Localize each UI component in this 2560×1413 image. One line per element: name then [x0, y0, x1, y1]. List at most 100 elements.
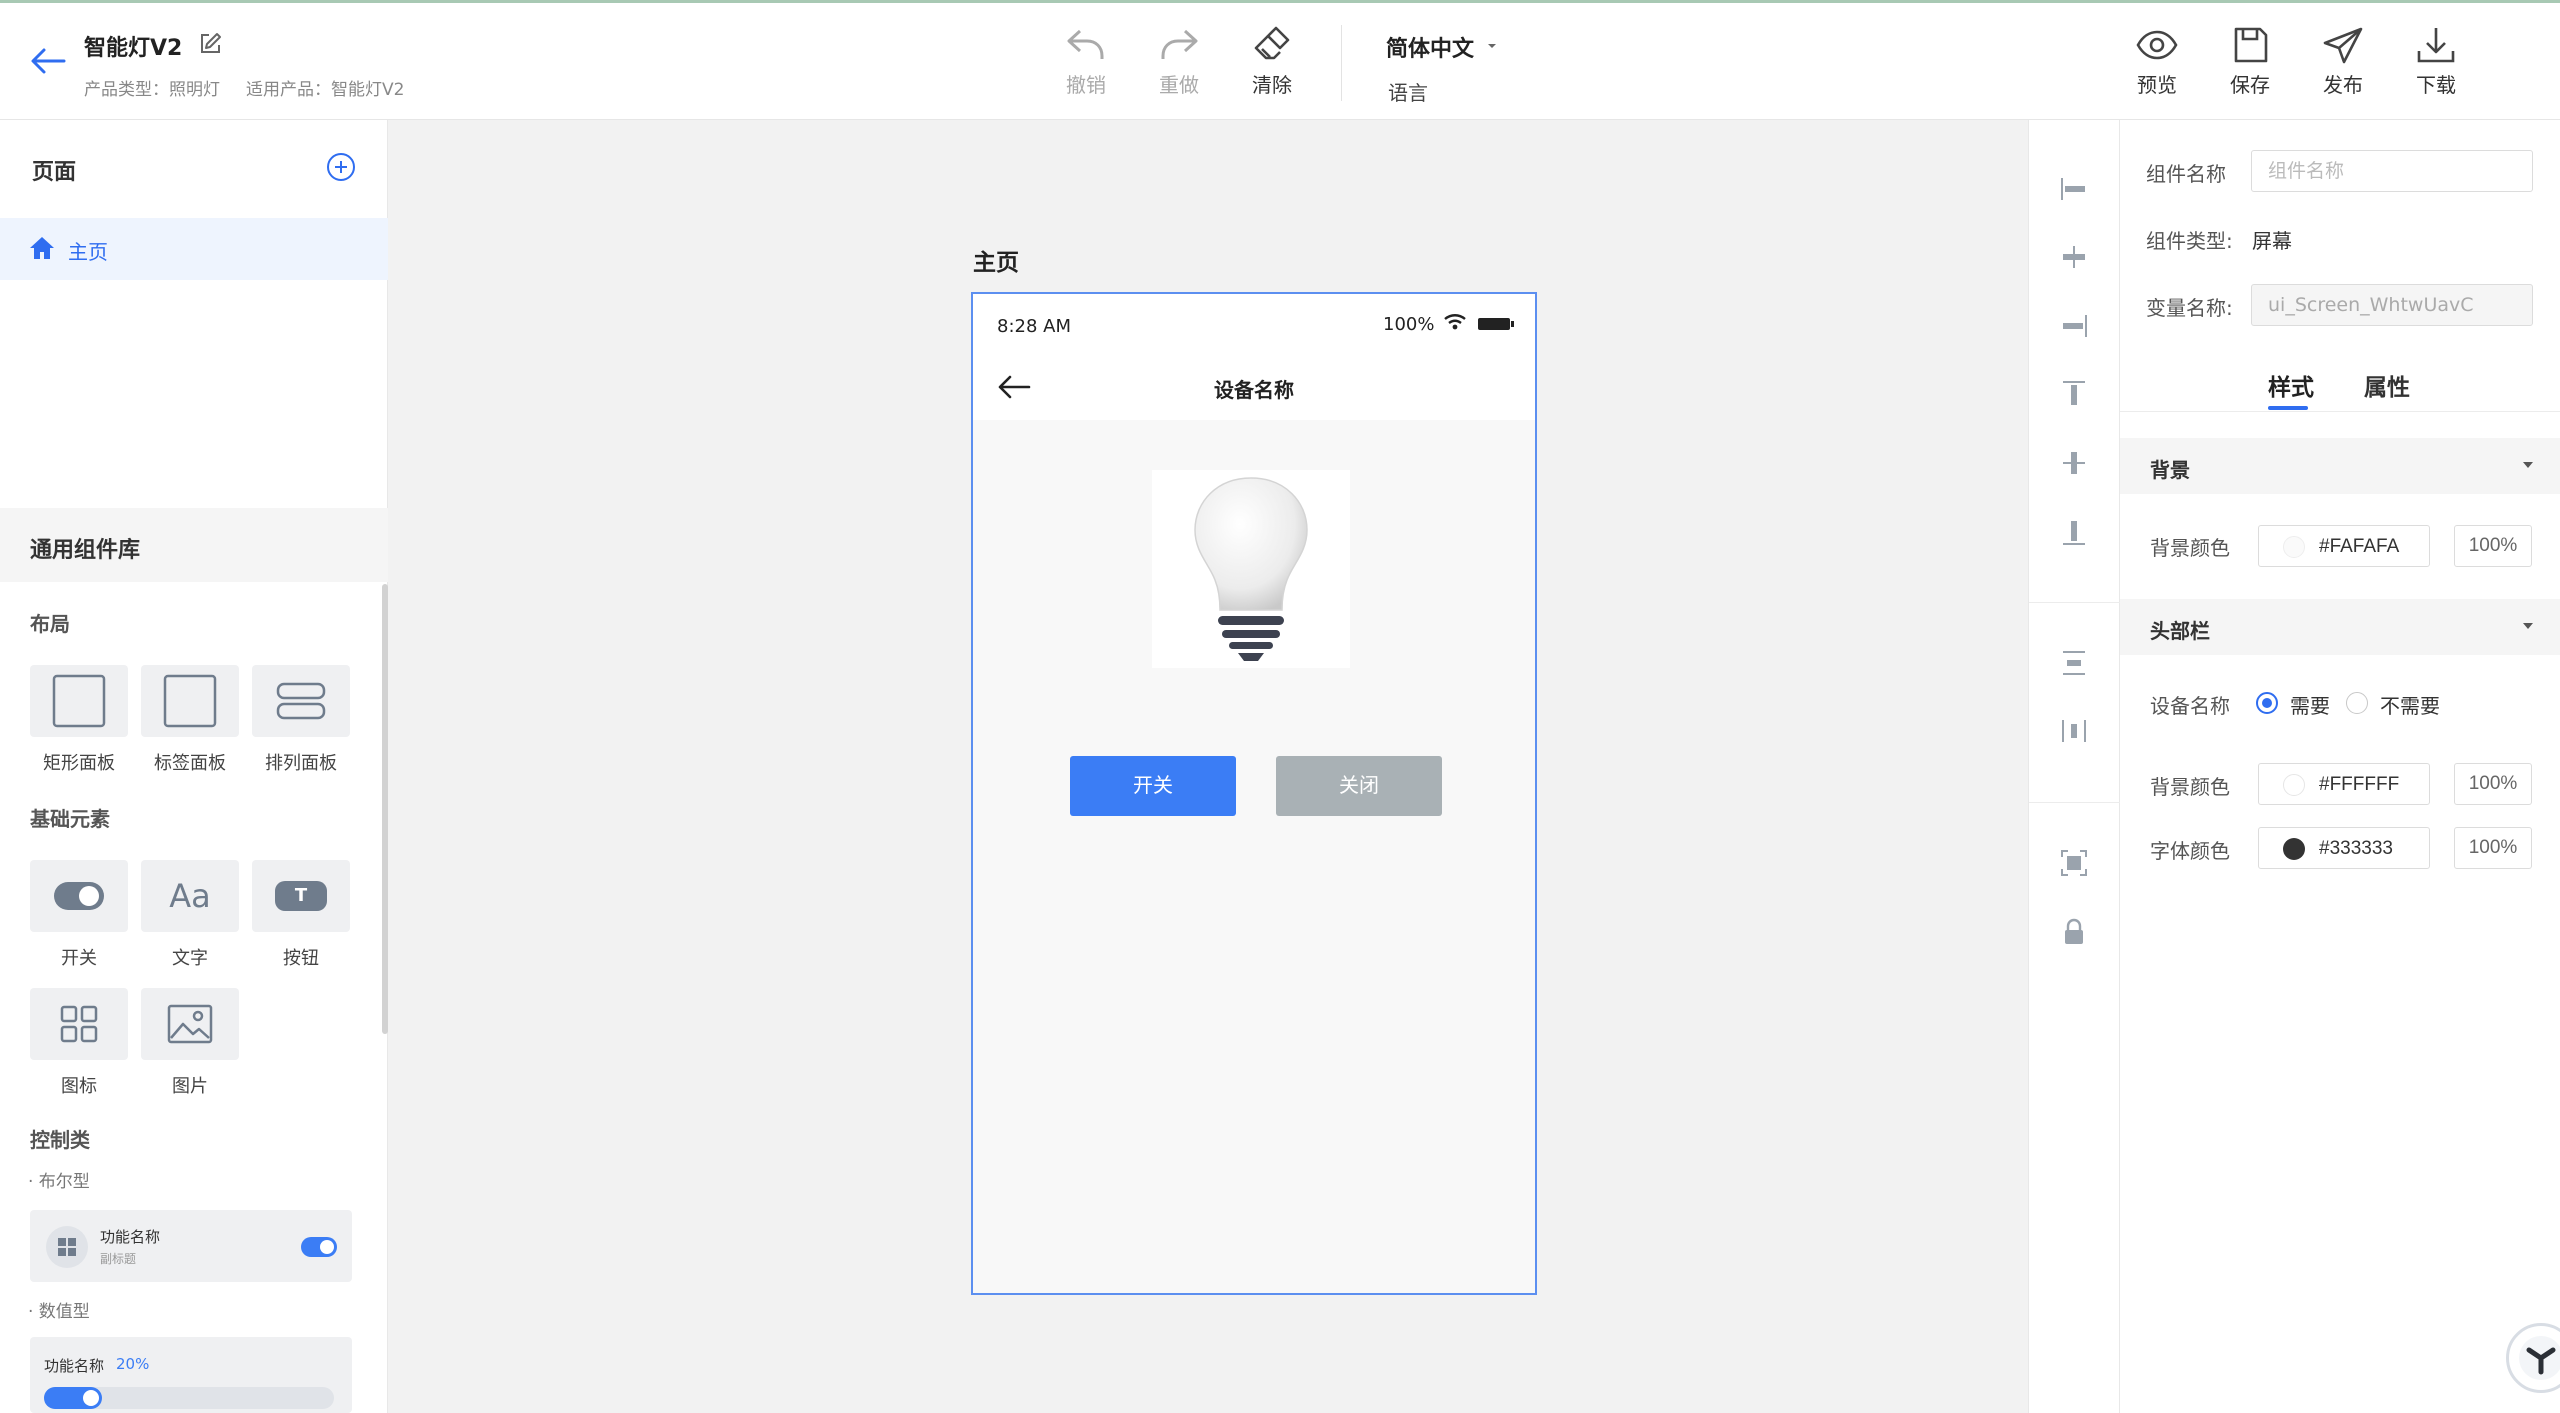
- button-glyph-icon: T: [275, 881, 327, 911]
- edit-icon[interactable]: [198, 32, 222, 56]
- component-label: 图标: [61, 1076, 97, 1097]
- header-bg-swatch: [2283, 774, 2305, 796]
- radio-no-need[interactable]: [2346, 692, 2368, 714]
- component-rect-panel[interactable]: 矩形面板: [30, 665, 128, 775]
- list-panel-icon: [276, 682, 326, 720]
- component-label: 按钮: [283, 948, 319, 969]
- toggle-icon: [54, 882, 104, 910]
- phone-off-button[interactable]: 关闭: [1276, 756, 1442, 816]
- component-label: 标签面板: [154, 753, 226, 774]
- component-label: 图片: [172, 1076, 208, 1097]
- left-scrollbar[interactable]: [382, 584, 388, 1034]
- fit-frame-icon[interactable]: [2051, 840, 2097, 886]
- bg-color-field[interactable]: #FAFAFA: [2258, 525, 2430, 567]
- component-name-input[interactable]: 组件名称: [2251, 150, 2533, 192]
- var-name-input[interactable]: ui_Screen_WhtwUavC: [2251, 284, 2533, 326]
- tab-style[interactable]: 样式: [2268, 368, 2314, 402]
- numeric-control-card[interactable]: 功能名称 20%: [30, 1337, 352, 1413]
- caret-down-icon: [2523, 623, 2533, 629]
- tab-properties[interactable]: 属性: [2364, 368, 2410, 402]
- header-bg-field[interactable]: #FFFFFF: [2258, 763, 2430, 805]
- section-control-title: 控制类: [30, 1128, 90, 1152]
- phone-header-title: 设备名称: [1214, 378, 1294, 402]
- bool-group-title: · 布尔型: [28, 1172, 90, 1192]
- save-button[interactable]: 保存: [2215, 25, 2285, 105]
- caret-down-icon[interactable]: [1487, 41, 1497, 51]
- publish-button[interactable]: 发布: [2308, 25, 2378, 105]
- grid-icon: [60, 1005, 98, 1043]
- page-item-label: 主页: [68, 240, 108, 264]
- component-icon[interactable]: 图标: [30, 988, 128, 1098]
- section-background-title: 背景: [2150, 458, 2190, 482]
- add-page-icon[interactable]: [325, 151, 357, 183]
- phone-status-bar: 8:28 AM 100%: [973, 294, 1535, 354]
- radio-need-label: 需要: [2290, 694, 2330, 718]
- component-type-value: 屏幕: [2252, 229, 2292, 253]
- properties-panel: 组件名称 组件名称 组件类型: 屏幕 变量名称: ui_Screen_WhtwU…: [2120, 120, 2560, 1413]
- component-switch[interactable]: 开关: [30, 860, 128, 970]
- phone-screen[interactable]: 8:28 AM 100% 设备名称 开关 关闭: [971, 292, 1537, 1295]
- redo-button[interactable]: 重做: [1144, 25, 1214, 105]
- font-opacity-field[interactable]: 100%: [2454, 827, 2532, 869]
- page-item-home[interactable]: 主页: [0, 218, 388, 280]
- wifi-icon: [1444, 314, 1466, 330]
- distribute-horizontal-icon[interactable]: [2051, 708, 2097, 754]
- radio-need[interactable]: [2256, 692, 2278, 714]
- font-color-field[interactable]: #333333: [2258, 827, 2430, 869]
- rect-panel-icon: [52, 674, 106, 728]
- section-background[interactable]: 背景: [2120, 438, 2560, 494]
- radio-no-need-label: 不需要: [2380, 694, 2440, 718]
- active-tab-indicator: [2268, 406, 2308, 410]
- phone-time: 8:28 AM: [997, 316, 1071, 337]
- language-select[interactable]: 简体中文: [1386, 31, 1474, 63]
- component-text[interactable]: Aa 文字: [141, 860, 239, 970]
- align-top-icon[interactable]: [2051, 371, 2097, 417]
- bg-color-value: #FAFAFA: [2319, 536, 2400, 557]
- device-name-label: 设备名称: [2150, 694, 2230, 718]
- align-center-h-icon[interactable]: [2051, 234, 2097, 280]
- tab-divider: [2120, 411, 2560, 412]
- back-arrow-icon[interactable]: [28, 45, 68, 77]
- preview-button[interactable]: 预览: [2122, 25, 2192, 105]
- undo-icon: [1067, 29, 1104, 59]
- phone-header: 设备名称: [973, 354, 1535, 420]
- header-bg-label: 背景颜色: [2150, 775, 2230, 799]
- section-layout-title: 布局: [30, 612, 70, 636]
- component-button[interactable]: T 按钮: [252, 860, 350, 970]
- component-type-label: 组件类型:: [2146, 229, 2233, 253]
- download-button[interactable]: 下载: [2401, 25, 2471, 105]
- bulb-image[interactable]: [1152, 470, 1350, 668]
- font-color-value: #333333: [2319, 838, 2393, 859]
- distribute-vertical-icon[interactable]: [2051, 640, 2097, 686]
- toolbar-divider: [1341, 25, 1342, 101]
- section-header[interactable]: 头部栏: [2120, 599, 2560, 655]
- component-image[interactable]: 图片: [141, 988, 239, 1098]
- eye-icon: [2136, 30, 2178, 60]
- header-bg-opacity-field[interactable]: 100%: [2454, 763, 2532, 805]
- align-right-icon[interactable]: [2051, 303, 2097, 349]
- text-glyph-icon: Aa: [169, 877, 211, 915]
- assistant-floating-button[interactable]: [2506, 1323, 2560, 1393]
- lock-icon[interactable]: [2051, 909, 2097, 955]
- alignment-toolbar: [2028, 120, 2121, 1413]
- align-bottom-icon[interactable]: [2051, 509, 2097, 555]
- caret-down-icon: [2523, 462, 2533, 468]
- align-middle-icon[interactable]: [2051, 440, 2097, 486]
- library-title: 通用组件库: [30, 538, 141, 563]
- numeric-slider-thumb[interactable]: [83, 1390, 99, 1406]
- component-tab-panel[interactable]: 标签面板: [141, 665, 239, 775]
- bool-control-card[interactable]: 功能名称 副标题: [30, 1210, 352, 1282]
- header-bg-value: #FFFFFF: [2319, 774, 2400, 795]
- light-bulb-icon: [1194, 477, 1308, 661]
- component-list-panel[interactable]: 排列面板: [252, 665, 350, 775]
- canvas-page-title: 主页: [973, 250, 1019, 276]
- component-name-label: 组件名称: [2146, 162, 2226, 186]
- home-icon: [30, 237, 54, 259]
- align-left-icon[interactable]: [2051, 166, 2097, 212]
- undo-button[interactable]: 撤销: [1051, 25, 1121, 105]
- clear-button[interactable]: 清除: [1237, 25, 1307, 105]
- bg-opacity-field[interactable]: 100%: [2454, 525, 2532, 567]
- component-label: 排列面板: [265, 753, 337, 774]
- publish-label: 发布: [2323, 73, 2363, 97]
- phone-on-button[interactable]: 开关: [1070, 756, 1236, 816]
